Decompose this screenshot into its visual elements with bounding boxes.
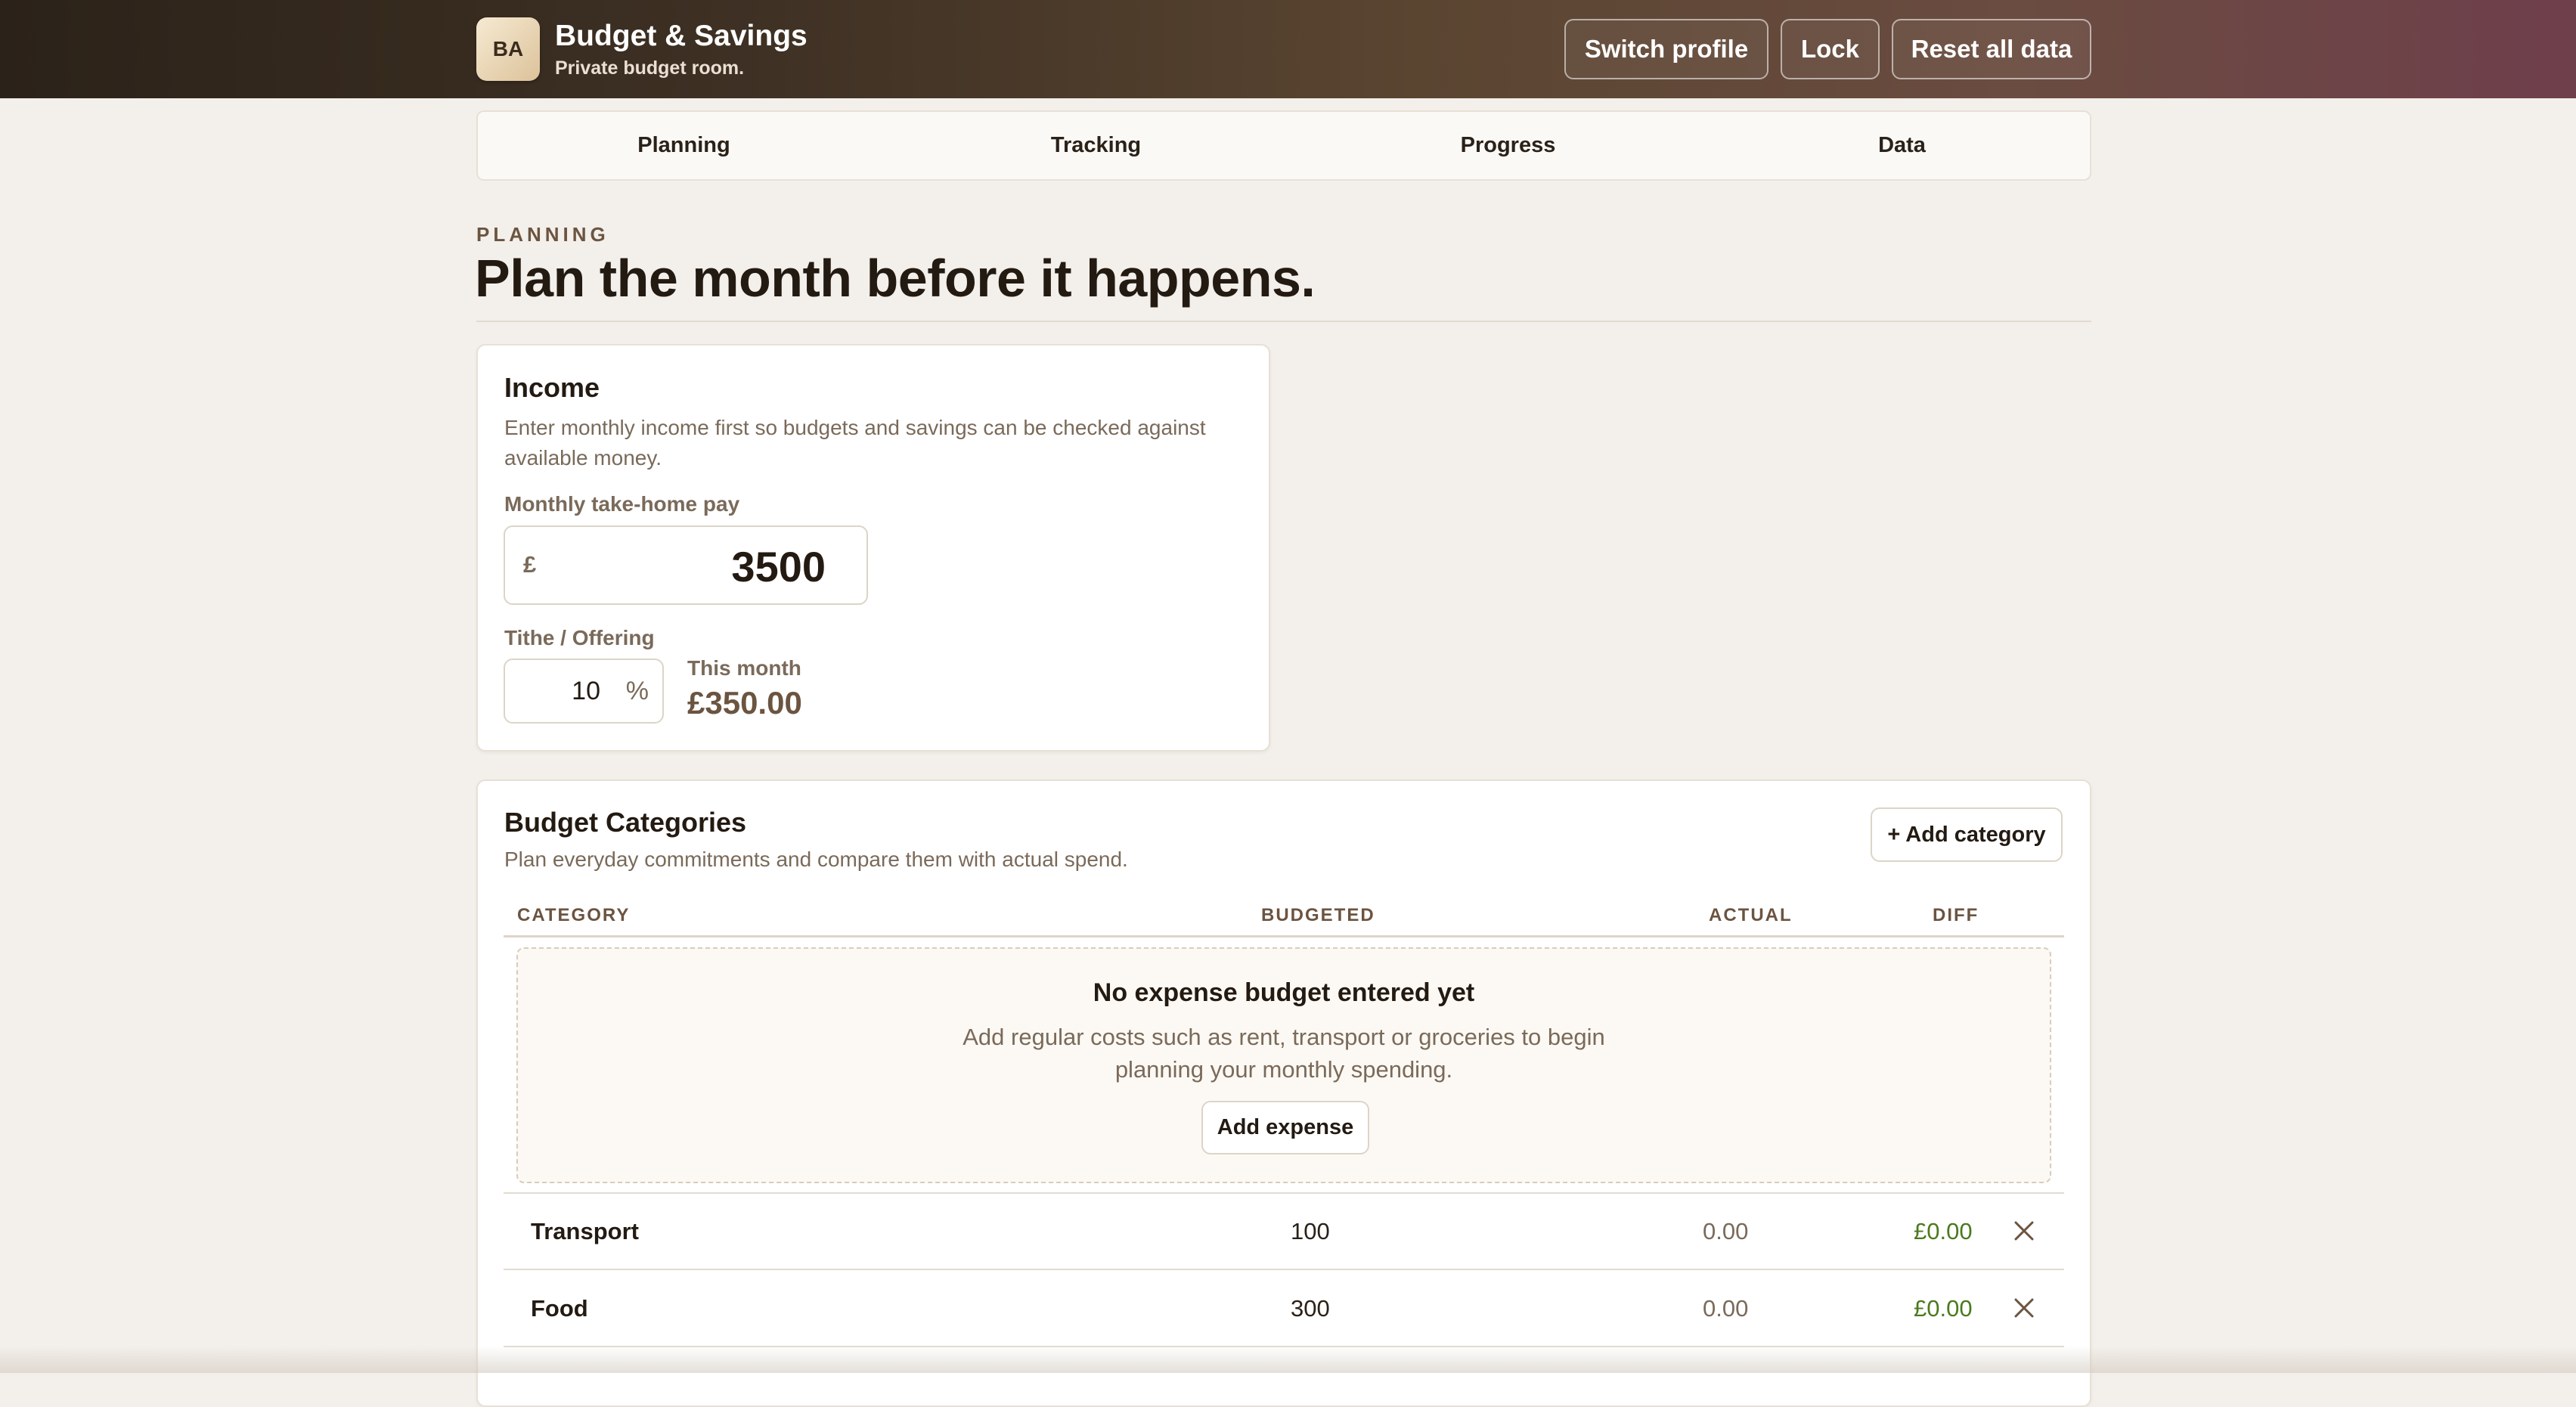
column-header-diff: DIFF [1933, 905, 1979, 925]
profile-badge: BA [476, 17, 540, 81]
row-divider [504, 1269, 2064, 1270]
row-diff: £0.00 [1914, 1295, 1973, 1322]
income-title: Income [504, 372, 600, 403]
delete-row-icon[interactable] [2012, 1296, 2036, 1320]
take-home-pay-input[interactable]: £ 3500 [504, 525, 868, 605]
pay-label: Monthly take-home pay [504, 492, 740, 516]
top-bar: BA Budget & Savings Private budget room.… [0, 0, 2576, 98]
heading-divider [476, 321, 2091, 322]
lock-button[interactable]: Lock [1781, 19, 1880, 79]
empty-state-text-line: Add regular costs such as rent, transpor… [963, 1024, 1605, 1050]
row-budgeted[interactable]: 100 [1291, 1218, 1330, 1245]
row-category[interactable]: Food [531, 1295, 588, 1322]
this-month-label: This month [687, 656, 801, 680]
empty-state-text-line: planning your monthly spending. [1114, 1056, 1453, 1083]
row-diff: £0.00 [1914, 1218, 1973, 1244]
switch-profile-button[interactable]: Switch profile [1564, 19, 1768, 79]
add-expense-button[interactable]: Add expense [1201, 1101, 1369, 1154]
take-home-pay-value: 3500 [731, 543, 826, 590]
app-subtitle: Private budget room. [555, 57, 745, 79]
tab-tracking[interactable]: Tracking [890, 112, 1302, 179]
page-title: Plan the month before it happens. [475, 249, 1316, 308]
empty-state-title: No expense budget entered yet [1093, 978, 1475, 1007]
section-kicker: PLANNING [476, 223, 609, 246]
table-header-divider [504, 935, 2064, 937]
column-header-budgeted: BUDGETED [1261, 905, 1375, 925]
row-actual: 0.00 [1703, 1295, 1749, 1322]
column-header-actual: ACTUAL [1709, 905, 1793, 925]
row-category[interactable]: Transport [531, 1218, 639, 1245]
tab-progress[interactable]: Progress [1302, 112, 1714, 179]
main-tabs: Planning Tracking Progress Data [476, 110, 2091, 181]
budget-title: Budget Categories [504, 807, 747, 838]
tithe-percent-input[interactable]: 10 % [504, 659, 664, 724]
currency-symbol: £ [523, 551, 537, 578]
delete-row-icon[interactable] [2012, 1219, 2036, 1243]
column-header-category: CATEGORY [517, 905, 631, 925]
tab-planning[interactable]: Planning [478, 112, 890, 179]
empty-state-text: Add regular costs such as rent, transpor… [518, 1021, 2050, 1086]
row-divider [504, 1192, 2064, 1194]
this-month-value: £350.00 [687, 685, 802, 721]
add-category-button[interactable]: + Add category [1871, 807, 2063, 862]
budget-description: Plan everyday commitments and compare th… [504, 848, 1128, 871]
tithe-label: Tithe / Offering [504, 626, 655, 649]
income-description-line: available money. [504, 446, 662, 470]
tab-data[interactable]: Data [1714, 112, 2090, 179]
row-budgeted[interactable]: 300 [1291, 1295, 1330, 1322]
scroll-fade [0, 1346, 2576, 1373]
app-title: Budget & Savings [555, 20, 808, 52]
empty-state: No expense budget entered yet Add regula… [516, 947, 2051, 1183]
row-actual: 0.00 [1703, 1218, 1749, 1244]
percent-symbol: % [625, 677, 649, 705]
income-description-line: Enter monthly income first so budgets an… [504, 416, 1206, 439]
tithe-percent-value: 10 [572, 677, 600, 705]
income-description: Enter monthly income first so budgets an… [504, 413, 1206, 473]
reset-all-data-button[interactable]: Reset all data [1892, 19, 2091, 79]
